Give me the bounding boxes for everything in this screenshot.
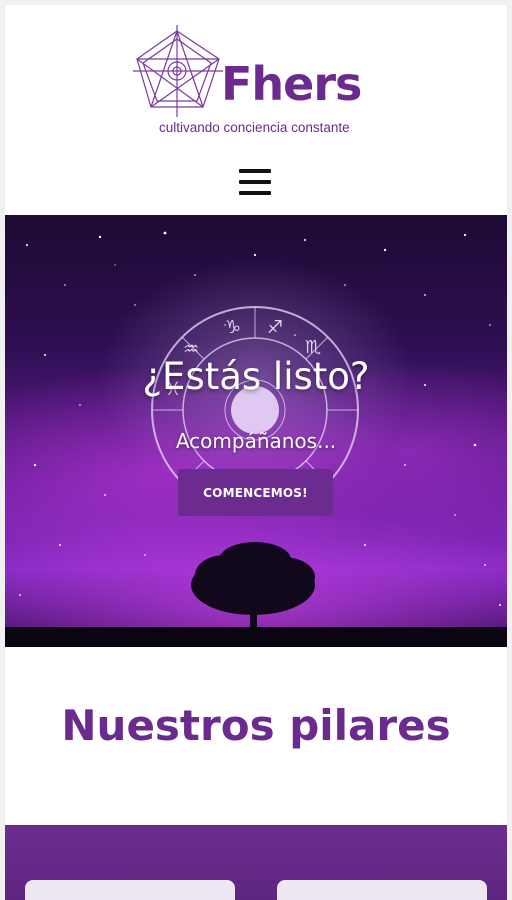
pilares-title: Nuestros pilares [61,701,451,750]
brand-name: Fhers [221,57,362,111]
site-header: Fhers cultivando conciencia constante [5,5,507,215]
page: Fhers cultivando conciencia constante ♑ … [5,5,507,900]
pilar-card[interactable] [25,880,235,900]
hero-banner: ♑ ♐ ♏ ♒ ♓ ¿Estás listo? Acompáñanos... C… [5,215,507,647]
site-logo[interactable]: Fhers cultivando conciencia constante [133,25,383,135]
hero-subtitle: Acompáñanos... [175,429,337,453]
brand-tagline: cultivando conciencia constante [159,120,350,135]
hamburger-menu-icon[interactable] [239,169,271,195]
hero-title: ¿Estás listo? [142,355,370,398]
star-mandala-logo-icon [133,25,223,117]
svg-text:♐: ♐ [267,317,283,338]
pilar-card[interactable] [277,880,487,900]
hero-ground [5,627,507,647]
svg-text:♑: ♑ [225,317,241,338]
comencemos-button[interactable]: COMENCEMOS! [178,469,333,516]
